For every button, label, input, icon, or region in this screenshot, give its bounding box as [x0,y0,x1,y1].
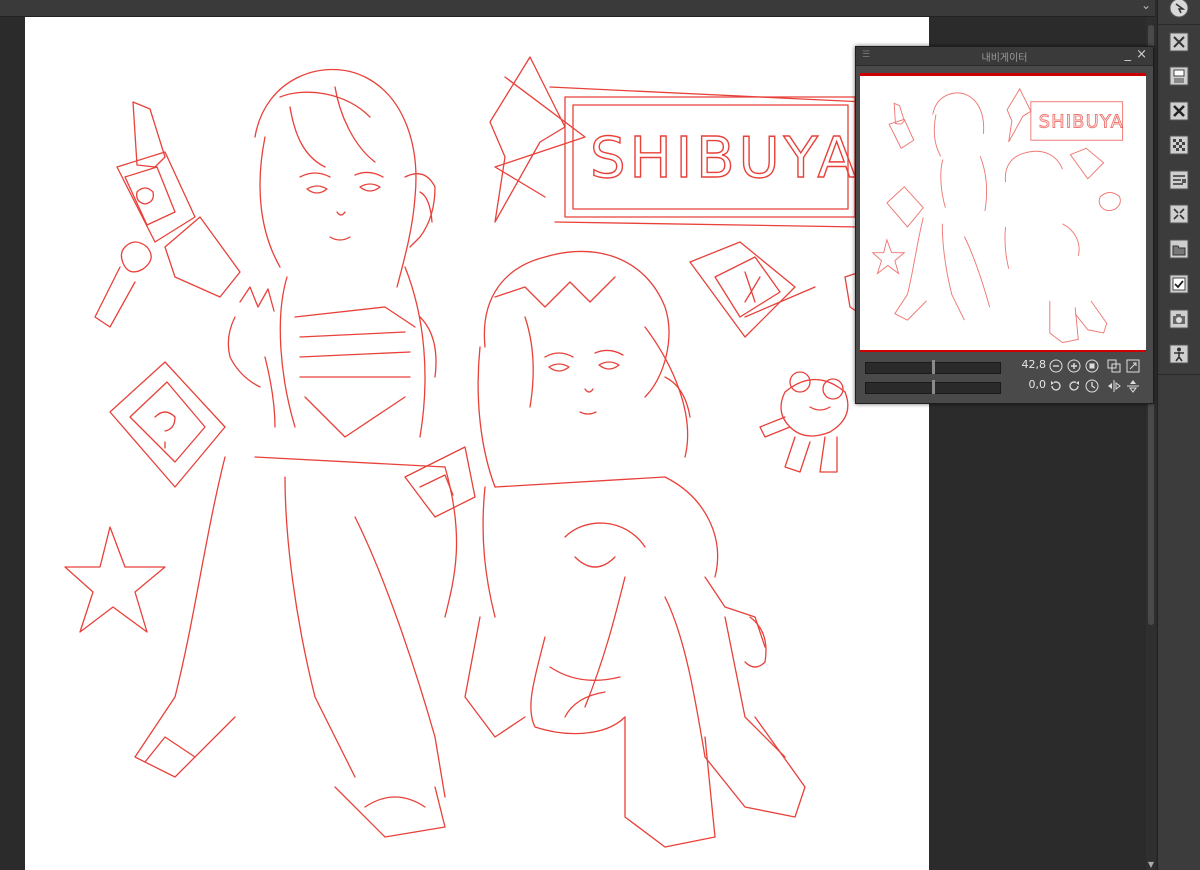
transform-button[interactable] [1163,200,1195,228]
navigator-titlebar[interactable]: ☰ 내비게이터 _ × [856,47,1153,66]
rotate-left-button[interactable] [1049,379,1063,393]
close-button[interactable]: × [1136,47,1147,62]
right-toolbar [1157,0,1200,870]
folder-icon [1169,239,1189,259]
document-properties-icon [1169,170,1189,190]
minimize-button[interactable]: _ [1125,47,1132,62]
pointer-target-button[interactable] [1163,0,1195,22]
fullscreen-button[interactable] [1126,359,1140,373]
navigator-preview[interactable]: SHIBUYA [860,73,1146,352]
rotate-right-icon [1069,381,1079,391]
close-layer-icon [1169,32,1189,52]
scroll-down-icon[interactable]: ▼ [1146,860,1156,870]
rotate-slider[interactable] [865,380,1001,394]
zoom-in-icon [1067,359,1081,373]
navigator-controls: 42,8 0,0 [856,353,1153,403]
save-document-button[interactable] [1163,62,1195,90]
chevron-down-icon[interactable]: ⌄ [1141,0,1151,12]
rotate-slider-thumb[interactable] [932,380,935,394]
flip-vertical-button[interactable] [1126,379,1140,393]
grid-pattern-button[interactable] [1163,131,1195,159]
transform-icon [1169,204,1189,224]
navigator-title: 내비게이터 [981,53,1028,64]
fullscreen-icon [1126,359,1140,373]
person-figure-icon [1169,344,1189,364]
grid-pattern-icon [1169,135,1189,155]
rotate-value: 0,0 [1028,378,1047,391]
rotate-left-icon [1051,381,1061,391]
folder-button[interactable] [1163,235,1195,263]
top-bar: ⌄ [0,0,1155,17]
canvas-paper[interactable]: SHIBUYA [25,17,929,870]
checklist-button[interactable] [1163,270,1195,298]
document-properties-button[interactable] [1163,166,1195,194]
close-layer-button[interactable] [1163,28,1195,56]
checklist-icon [1169,274,1189,294]
zoom-out-button[interactable] [1049,359,1063,373]
sign-text: SHIBUYA [590,126,860,191]
save-document-icon [1169,66,1189,86]
clear-button[interactable] [1163,97,1195,125]
navigator-thumbnail: SHIBUYA [871,87,1124,344]
rotate-right-button[interactable] [1067,379,1081,393]
fit-window-button[interactable] [1107,359,1121,373]
zoom-slider-thumb[interactable] [932,360,935,374]
actual-size-icon [1085,359,1099,373]
fit-window-icon [1107,359,1121,373]
flip-vertical-icon [1127,380,1139,393]
zoom-slider[interactable] [865,360,1001,374]
reset-rotation-button[interactable] [1085,379,1099,393]
camera-button[interactable] [1163,305,1195,333]
reset-rotation-icon [1085,379,1099,393]
navigator-panel[interactable]: ☰ 내비게이터 _ × SHIBUYA 42,8 0,0 [855,46,1154,404]
sketch-artwork: SHIBUYA [64,56,886,848]
person-figure-button[interactable] [1163,340,1195,368]
flip-horizontal-button[interactable] [1107,379,1121,393]
zoom-value: 42,8 [1021,358,1047,371]
clear-icon [1169,101,1189,121]
zoom-out-icon [1049,359,1063,373]
flip-horizontal-icon [1108,380,1121,392]
actual-size-button[interactable] [1085,359,1099,373]
thumbnail-sign-text: SHIBUYA [1039,111,1124,132]
zoom-in-button[interactable] [1067,359,1081,373]
camera-icon [1169,309,1189,329]
pointer-target-icon [1169,0,1189,18]
